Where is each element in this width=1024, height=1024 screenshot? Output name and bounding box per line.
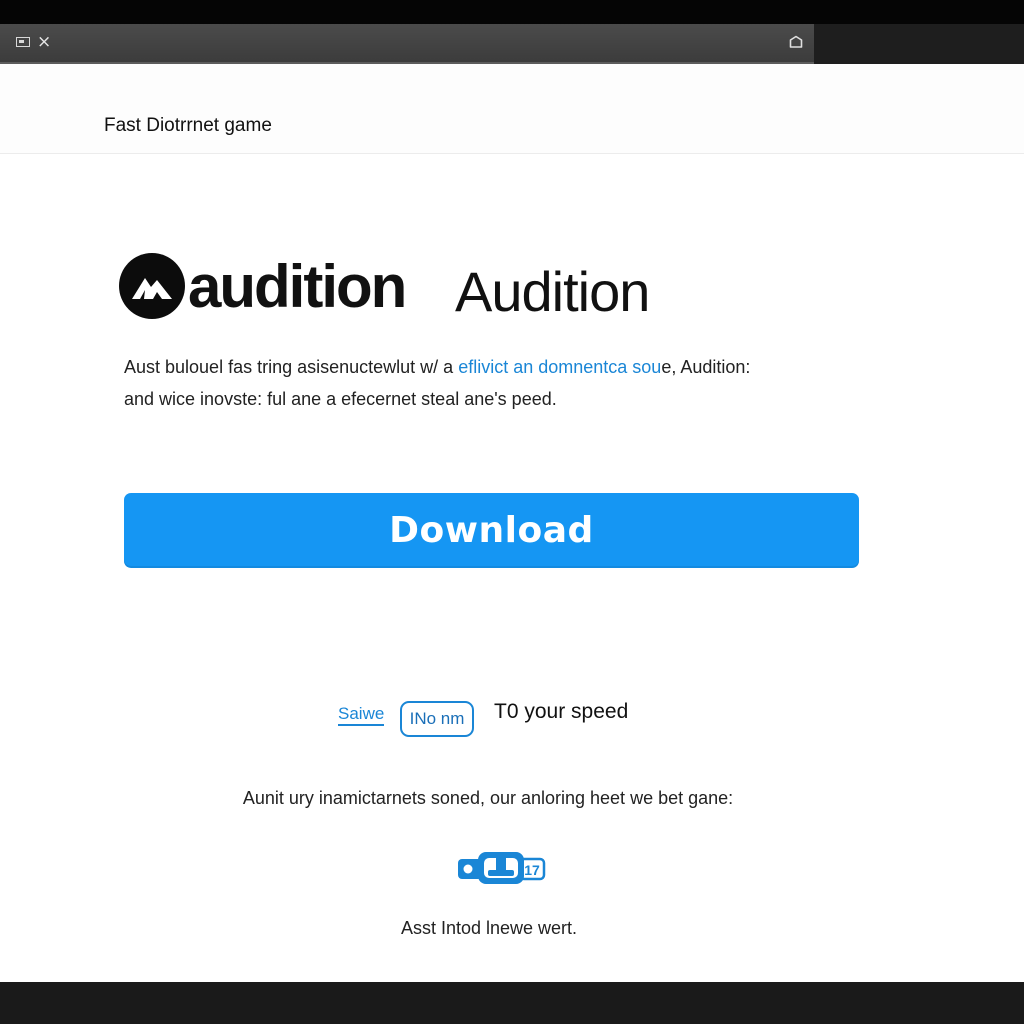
window-icon	[16, 37, 30, 47]
brand-name: Audition	[455, 260, 650, 323]
title-bar-empty	[814, 24, 1024, 64]
page-content: Fast Diotrrnet game audition Audition Au…	[0, 64, 1024, 982]
svg-text:17: 17	[524, 862, 540, 878]
download-label: Download	[389, 510, 594, 551]
download-button[interactable]: Download	[124, 493, 859, 568]
description-line-2: and wice inovste: ful ane a efecernet st…	[124, 389, 557, 409]
title-bar: ×	[0, 24, 1024, 64]
page-header: Fast Diotrrnet game	[0, 64, 1024, 154]
description-text-end: e, Audition:	[661, 357, 751, 377]
bottom-bar	[0, 982, 1024, 1024]
close-icon[interactable]: ×	[37, 32, 51, 52]
top-edge	[0, 0, 1024, 24]
speed-label: T0 your speed	[494, 700, 629, 723]
description: Aust bulouel fas tring asisenuctewlut w/…	[124, 351, 844, 415]
speed-row: Saiwe INo nm T0 your speed	[336, 698, 696, 744]
description-link[interactable]: eflivict an domnentca sou	[458, 357, 661, 377]
footer-text: Asst Intod lnewe wert.	[400, 918, 578, 938]
info-text: Aunit ury inamictarnets soned, our anlor…	[242, 788, 734, 808]
brand-wordmark: audition	[188, 253, 407, 320]
screen: × Fast Diotrrnet game audition Audition …	[0, 0, 1024, 1024]
mountain-logo-icon	[119, 253, 185, 319]
description-text: Aust bulouel fas tring asisenuctewlut w/…	[124, 357, 459, 377]
title-bar-tab: ×	[0, 24, 814, 64]
page-title: Fast Diotrrnet game	[104, 115, 272, 136]
save-link[interactable]: Saiwe	[338, 704, 385, 726]
speed-input-value: INo nm	[409, 709, 465, 728]
timer-icon: 17	[458, 852, 546, 884]
speed-input[interactable]: INo nm	[400, 701, 474, 737]
home-icon[interactable]	[789, 35, 803, 48]
